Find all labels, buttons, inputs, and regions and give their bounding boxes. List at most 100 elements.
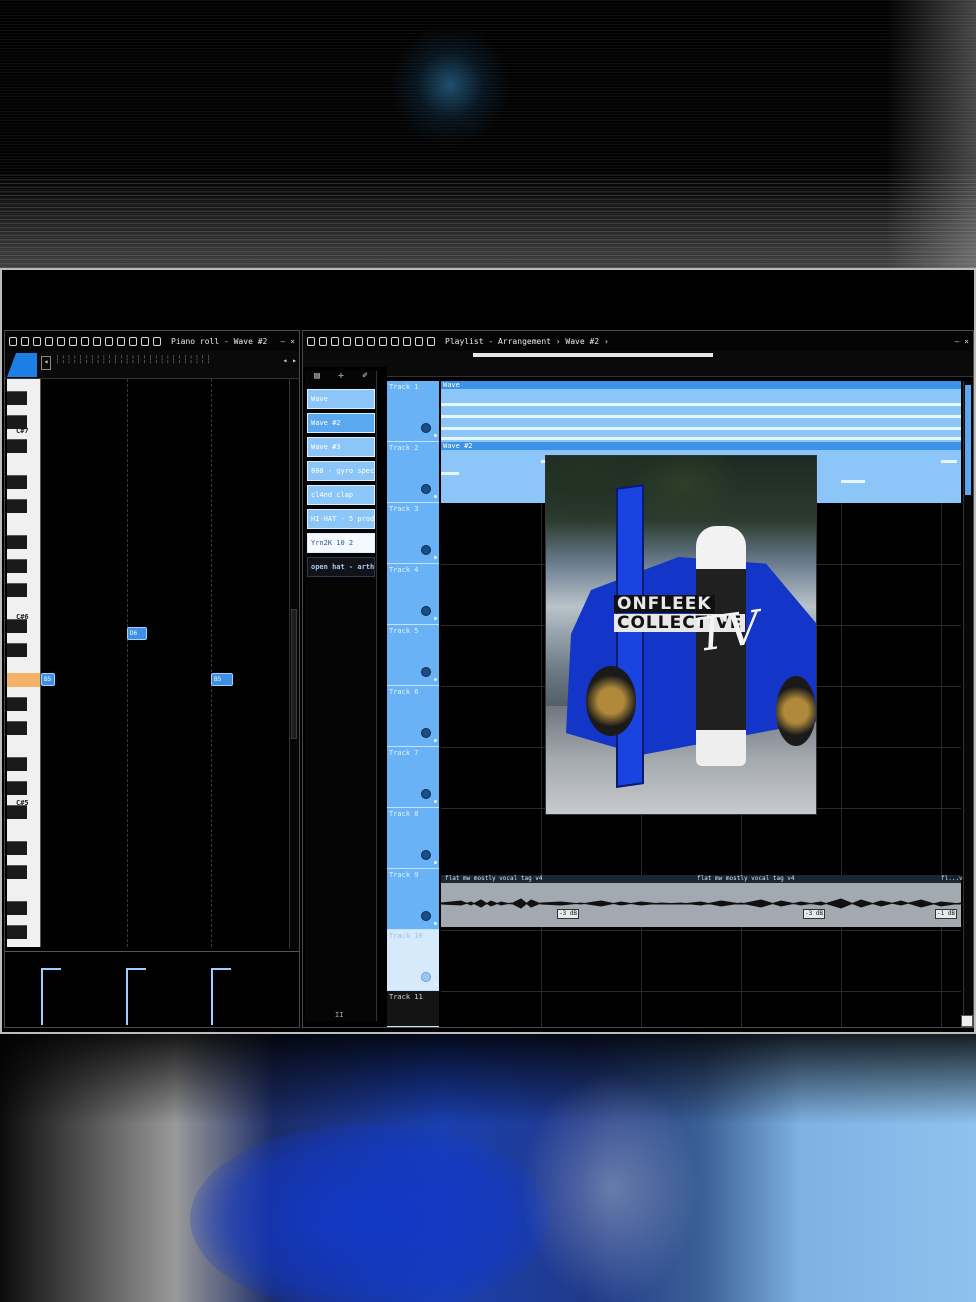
mute-icon[interactable] [367, 336, 375, 346]
scrollbar-thumb[interactable] [291, 609, 297, 739]
pattern-item[interactable]: Yrn2K 10 2 [307, 533, 375, 553]
black-key[interactable] [7, 781, 27, 795]
track-header[interactable]: Track 5 [387, 625, 439, 686]
velocity-bar[interactable] [211, 969, 213, 1025]
track-led[interactable] [434, 739, 437, 742]
playlist-scrollbar[interactable] [963, 381, 973, 1027]
track-header[interactable]: Track 10 [387, 930, 439, 991]
black-key[interactable] [7, 643, 27, 657]
black-key[interactable] [7, 697, 27, 711]
track-header[interactable]: Track 11 [387, 991, 439, 1027]
note-grid[interactable]: D6 B5 B5 [41, 379, 287, 947]
gain-badge[interactable]: -3 dB [803, 909, 825, 919]
black-key[interactable] [7, 925, 27, 939]
select-icon[interactable] [403, 336, 411, 346]
slice-icon[interactable] [117, 336, 125, 346]
delete-icon[interactable] [355, 336, 363, 346]
track-led[interactable] [434, 983, 437, 986]
black-key[interactable] [7, 841, 27, 855]
black-key[interactable] [7, 499, 27, 513]
play-icon[interactable] [57, 336, 65, 346]
picker-menu-icon[interactable]: ▤ [314, 371, 319, 385]
track-led[interactable] [434, 922, 437, 925]
track-header[interactable]: Track 6 [387, 686, 439, 747]
zoom-icon[interactable] [141, 336, 149, 346]
window-controls[interactable]: – × [281, 337, 295, 346]
velocity-editor[interactable] [5, 951, 299, 1027]
picker-pencil-icon[interactable]: ✐ [362, 371, 367, 385]
delete-icon[interactable] [93, 336, 101, 346]
track-header[interactable]: Track 2 [387, 442, 439, 503]
window-controls[interactable]: – × [955, 337, 969, 346]
pattern-item[interactable]: HI-HAT - 5 prod.maison [307, 509, 375, 529]
mute-icon[interactable] [105, 336, 113, 346]
zoom-icon[interactable] [415, 336, 423, 346]
black-key[interactable] [7, 583, 27, 597]
magnet-icon[interactable] [21, 336, 29, 346]
black-key[interactable] [7, 535, 27, 549]
track-led[interactable] [434, 617, 437, 620]
loop-icon[interactable] [45, 336, 53, 346]
menu-icon[interactable] [307, 336, 315, 346]
track-header[interactable]: Track 3 [387, 503, 439, 564]
black-key[interactable] [7, 619, 27, 633]
black-key[interactable] [7, 865, 27, 879]
pencil-icon[interactable] [69, 336, 77, 346]
picker-move-icon[interactable]: ✛ [338, 371, 343, 385]
track-header[interactable]: Track 4 [387, 564, 439, 625]
resize-handle[interactable] [961, 1015, 973, 1027]
instrument-tab[interactable] [7, 353, 37, 377]
track-led[interactable] [434, 861, 437, 864]
scrollbar-thumb[interactable] [965, 385, 971, 495]
black-key[interactable] [7, 721, 27, 735]
menu-icon[interactable] [9, 336, 17, 346]
pattern-item[interactable]: cl4nd clap [307, 485, 375, 505]
track-led[interactable] [434, 800, 437, 803]
slip-icon[interactable] [379, 336, 387, 346]
pencil-icon[interactable] [331, 336, 339, 346]
track-led[interactable] [434, 678, 437, 681]
slice-icon[interactable] [391, 336, 399, 346]
note-icon[interactable] [33, 336, 41, 346]
timeline-arrows[interactable]: ◂ ▸ [283, 356, 297, 365]
magnet-icon[interactable] [319, 336, 327, 346]
speaker-icon[interactable] [427, 336, 435, 346]
speaker-icon[interactable] [153, 336, 161, 346]
black-key[interactable] [7, 805, 27, 819]
piano-roll-scrollbar[interactable] [289, 379, 299, 949]
pattern-item[interactable]: Wave [307, 389, 375, 409]
track-led[interactable] [434, 495, 437, 498]
black-key[interactable] [7, 559, 27, 573]
gain-badge[interactable]: -1 dB [935, 909, 957, 919]
black-key[interactable] [7, 439, 27, 453]
note-block[interactable]: D6 [127, 627, 147, 640]
pattern-item[interactable]: open hat - arther [307, 557, 375, 577]
pattern-clip[interactable]: Wave [441, 381, 961, 442]
black-key[interactable] [7, 475, 27, 489]
gain-badge[interactable]: -3 dB [557, 909, 579, 919]
piano-keyboard[interactable]: C#7 C#6 C#5 [7, 379, 41, 947]
scroll-left-button[interactable]: ◂ [41, 356, 51, 370]
brush-icon[interactable] [343, 336, 351, 346]
pattern-item[interactable]: 808 - gyro special 1 [307, 461, 375, 481]
overview-scroll-bar[interactable] [473, 353, 713, 357]
track-led[interactable] [434, 434, 437, 437]
track-led[interactable] [434, 556, 437, 559]
black-key[interactable] [7, 391, 27, 405]
track-header[interactable]: Track 1 [387, 381, 439, 442]
velocity-bar[interactable] [41, 969, 43, 1025]
brush-icon[interactable] [81, 336, 89, 346]
velocity-bar[interactable] [126, 969, 128, 1025]
black-key[interactable] [7, 901, 27, 915]
pattern-item[interactable]: Wave #2 [307, 413, 375, 433]
select-icon[interactable] [129, 336, 137, 346]
track-header[interactable]: Track 9 [387, 869, 439, 930]
playlist-timeline[interactable] [387, 363, 973, 377]
track-header[interactable]: Track 7 [387, 747, 439, 808]
note-block[interactable]: B5 [41, 673, 55, 686]
pattern-item[interactable]: Wave #3 [307, 437, 375, 457]
track-header[interactable]: Track 8 [387, 808, 439, 869]
black-key[interactable] [7, 757, 27, 771]
note-block[interactable]: B5 [211, 673, 233, 686]
time-ruler[interactable]: ┆╎┆╎┆╎┆╎┆╎┆╎┆╎┆╎┆╎┆╎┆╎┆╎┆╎┆ [55, 355, 212, 364]
